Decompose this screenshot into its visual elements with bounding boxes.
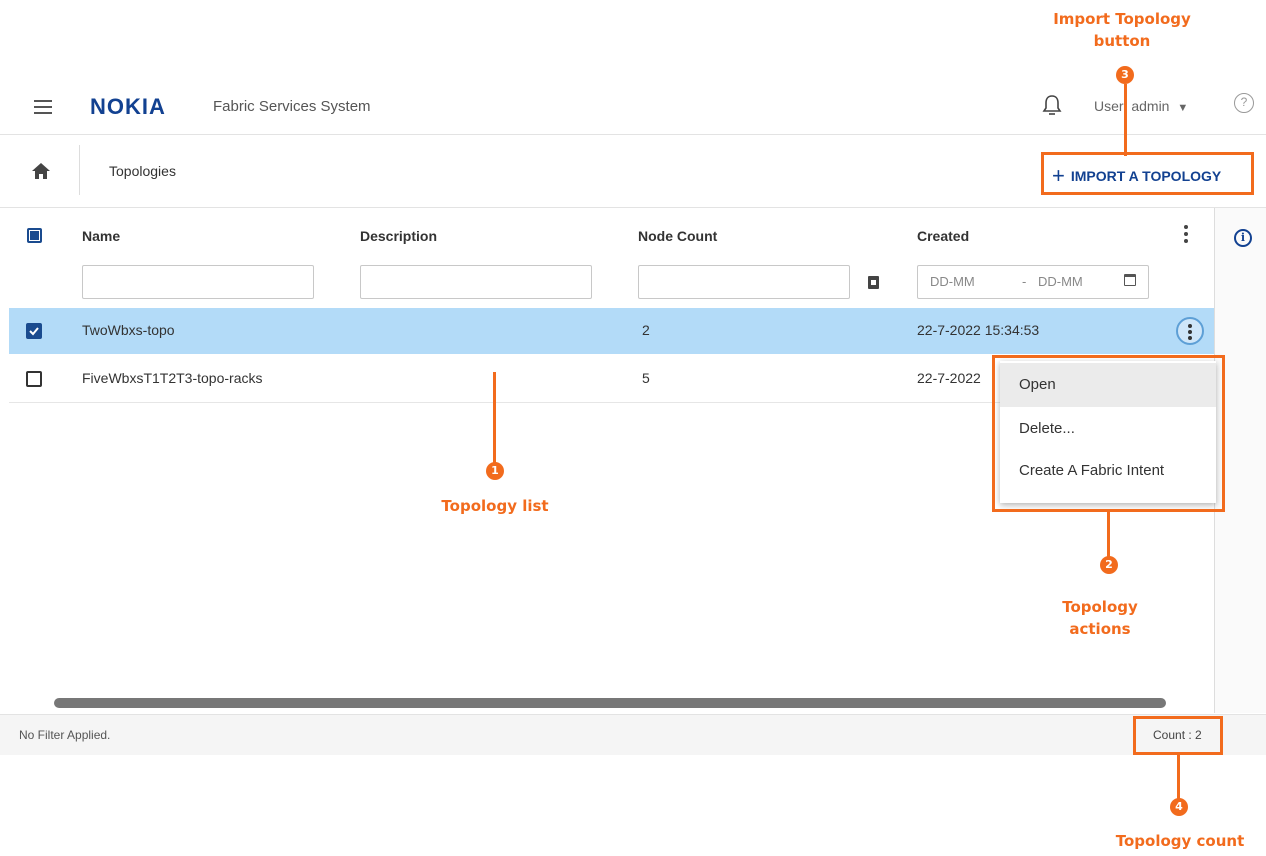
annotation-count-label: Topology count: [1115, 832, 1245, 850]
annotation-topology-list-label: Topology list: [441, 497, 549, 515]
bell-icon[interactable]: [1041, 93, 1063, 117]
annotation-marker-1: 1: [486, 462, 504, 480]
description-filter-input[interactable]: [360, 265, 592, 299]
annotation-import-label: Import Topology button: [1032, 8, 1212, 52]
row-name: TwoWbxs-topo: [82, 322, 175, 338]
table-row[interactable]: TwoWbxs-topo 2 22-7-2022 15:34:53: [9, 308, 1216, 354]
row-checkbox[interactable]: [26, 323, 42, 339]
filter-status: No Filter Applied.: [19, 728, 111, 742]
column-header-created[interactable]: Created: [917, 228, 969, 244]
breadcrumb: Topologies: [109, 163, 176, 179]
column-header-description[interactable]: Description: [360, 228, 437, 244]
table-footer: No Filter Applied. Count : 2: [0, 714, 1266, 755]
row-checkbox[interactable]: [26, 371, 42, 387]
column-header-node-count[interactable]: Node Count: [638, 228, 717, 244]
row-name: FiveWbxsT1T2T3-topo-racks: [82, 370, 263, 386]
annotation-actions-label-line1: Topology: [1062, 598, 1138, 616]
annotation-box-actions: [992, 355, 1225, 512]
user-menu[interactable]: User: admin ▼: [1094, 98, 1188, 114]
row-created: 22-7-2022 15:34:53: [917, 322, 1040, 338]
row-node-count: 5: [642, 370, 650, 386]
row-actions-kebab-icon[interactable]: [1176, 317, 1204, 345]
annotation-marker-4: 4: [1170, 798, 1188, 816]
toolbar-divider: [79, 145, 80, 195]
name-filter-input[interactable]: [82, 265, 314, 299]
annotation-import-label-line1: Import Topology: [1053, 10, 1191, 28]
info-icon[interactable]: i: [1234, 229, 1252, 247]
help-icon[interactable]: ?: [1234, 93, 1254, 113]
annotation-actions-label: Topology actions: [1020, 596, 1180, 640]
date-from-input[interactable]: DD-MM: [930, 274, 975, 289]
horizontal-scrollbar[interactable]: [54, 698, 1166, 708]
select-all-checkbox[interactable]: [27, 228, 42, 243]
column-options-kebab-icon[interactable]: [1183, 225, 1189, 245]
nokia-logo: NOKIA: [90, 94, 166, 119]
date-separator: -: [1022, 274, 1027, 289]
date-to-input[interactable]: DD-MM: [1038, 274, 1083, 289]
hamburger-icon[interactable]: [34, 100, 52, 114]
annotation-connector-1: [493, 372, 496, 463]
column-header-name[interactable]: Name: [82, 228, 120, 244]
annotation-box-import: [1041, 152, 1254, 195]
annotation-connector-3: [1124, 84, 1127, 156]
annotation-marker-2: 2: [1100, 556, 1118, 574]
app-title: Fabric Services System: [213, 98, 371, 115]
created-date-range-filter[interactable]: DD-MM - DD-MM: [917, 265, 1149, 299]
export-icon[interactable]: [868, 276, 879, 289]
annotation-box-count: [1133, 716, 1223, 755]
home-icon[interactable]: [31, 161, 51, 181]
caret-down-icon: ▼: [1177, 102, 1189, 114]
node-count-filter-input[interactable]: [638, 265, 850, 299]
calendar-icon[interactable]: [1124, 274, 1136, 286]
annotation-connector-4: [1177, 755, 1180, 799]
annotation-connector-2: [1107, 512, 1110, 557]
row-created: 22-7-2022: [917, 370, 981, 386]
annotation-marker-3: 3: [1116, 66, 1134, 84]
user-label: User: admin: [1094, 98, 1170, 114]
annotation-import-label-line2: button: [1093, 32, 1151, 50]
app-header: NOKIA Fabric Services System User: admin…: [0, 82, 1266, 135]
row-node-count: 2: [642, 322, 650, 338]
annotation-actions-label-line2: actions: [1069, 620, 1131, 638]
